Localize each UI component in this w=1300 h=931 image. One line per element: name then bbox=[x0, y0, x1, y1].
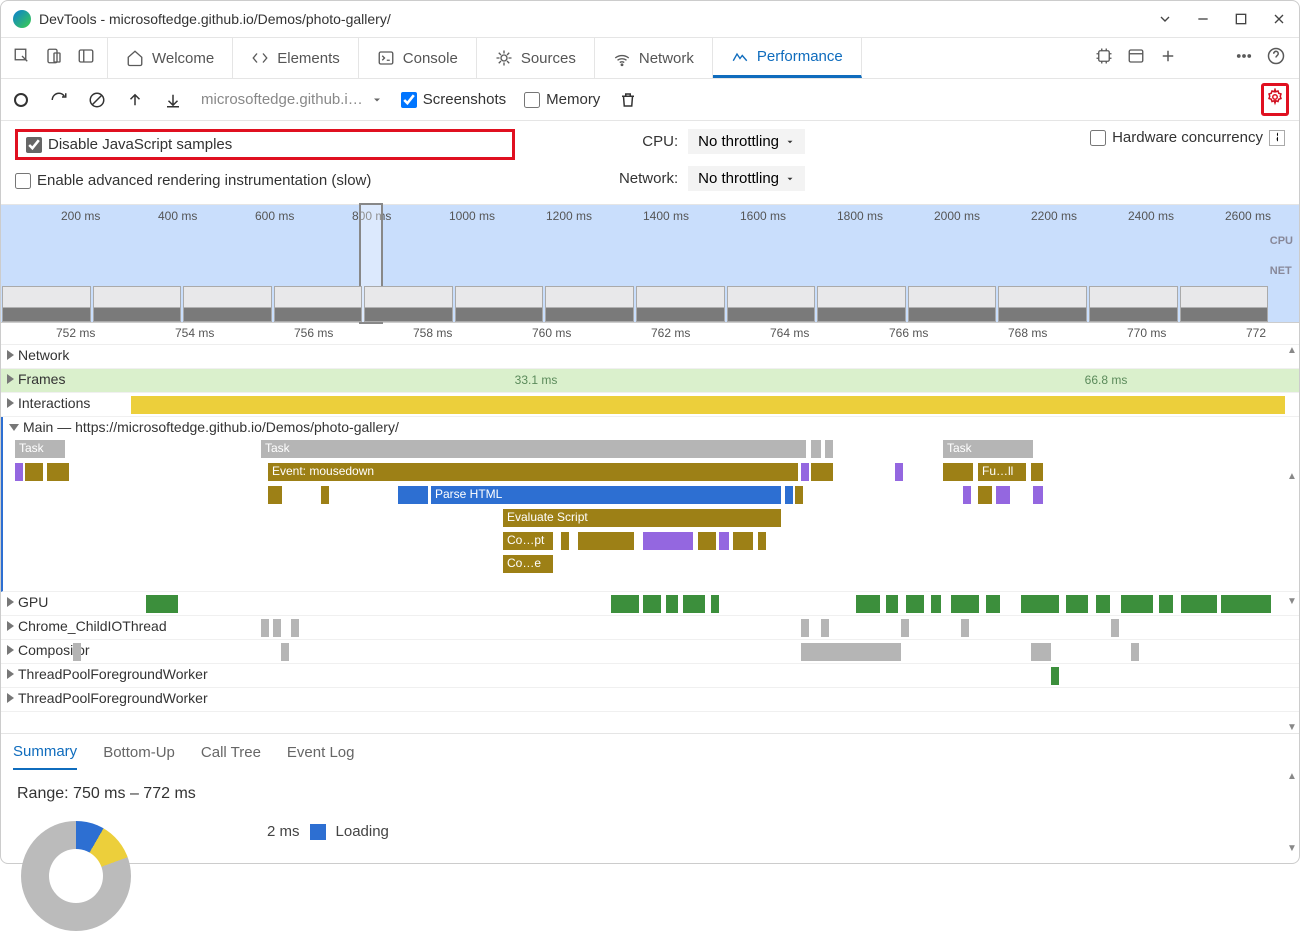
main-tabs-row: Welcome Elements Console Sources Network… bbox=[1, 37, 1299, 79]
disable-js-highlight: Disable JavaScript samples bbox=[15, 129, 515, 160]
tab-label: Console bbox=[403, 50, 458, 67]
clear-button[interactable] bbox=[87, 90, 107, 110]
cpu-label: CPU: bbox=[642, 133, 678, 150]
download-button[interactable] bbox=[163, 90, 183, 110]
interactions-track: Interactions bbox=[1, 393, 1299, 417]
main-track: Main — https://microsoftedge.github.io/D… bbox=[1, 417, 1299, 592]
loading-swatch bbox=[310, 824, 326, 840]
screenshots-label: Screenshots bbox=[423, 91, 506, 108]
inspect-icon[interactable] bbox=[13, 47, 31, 70]
hw-label: Hardware concurrency bbox=[1112, 129, 1263, 146]
summary-range: Range: 750 ms – 772 ms bbox=[17, 785, 1283, 803]
perf-toolbar: microsoftedge.github.i… Screenshots Memo… bbox=[1, 79, 1299, 121]
bottom-tabs: Summary Bottom-Up Call Tree Event Log bbox=[1, 733, 1299, 771]
child-io-track: Chrome_ChildIOThread bbox=[1, 616, 1299, 640]
upload-button[interactable] bbox=[125, 90, 145, 110]
close-icon[interactable] bbox=[1271, 11, 1287, 27]
memory-tool-icon[interactable] bbox=[1095, 47, 1113, 70]
device-icon[interactable] bbox=[45, 47, 63, 70]
capture-settings-button[interactable] bbox=[1261, 83, 1289, 116]
flame-chart-area[interactable]: ▲▲▼▼ Network Frames 33.1 ms 66.8 ms Inte… bbox=[1, 345, 1299, 733]
memory-label: Memory bbox=[546, 91, 600, 108]
compositor-track: Compositor bbox=[1, 640, 1299, 664]
summary-panel: Range: 750 ms – 772 ms 2 ms Loading ▲▼ bbox=[1, 771, 1299, 854]
disable-js-label: Disable JavaScript samples bbox=[48, 136, 232, 153]
tab-event-log[interactable]: Event Log bbox=[287, 736, 355, 769]
memory-checkbox[interactable]: Memory bbox=[524, 91, 600, 108]
tab-summary[interactable]: Summary bbox=[13, 735, 77, 770]
legend-loading: 2 ms Loading bbox=[267, 823, 1283, 840]
dock-icon[interactable] bbox=[77, 47, 95, 70]
tab-label: Elements bbox=[277, 50, 340, 67]
tab-label: Welcome bbox=[152, 50, 214, 67]
tab-label: Performance bbox=[757, 48, 843, 65]
hw-input[interactable] bbox=[1269, 130, 1285, 146]
cpu-label: CPU bbox=[1270, 235, 1293, 247]
add-tab-icon[interactable] bbox=[1159, 47, 1177, 70]
chevron-down-icon[interactable] bbox=[1157, 11, 1173, 27]
minimize-icon[interactable] bbox=[1195, 11, 1211, 27]
maximize-icon[interactable] bbox=[1233, 11, 1249, 27]
frames-track: Frames 33.1 ms 66.8 ms bbox=[1, 369, 1299, 393]
overview-timeline[interactable]: 200 ms400 ms600 ms800 ms1000 ms1200 ms14… bbox=[1, 205, 1299, 323]
cpu-select[interactable]: No throttling bbox=[688, 129, 805, 154]
tpfw1-track: ThreadPoolForegroundWorker bbox=[1, 664, 1299, 688]
record-button[interactable] bbox=[11, 90, 31, 110]
disable-js-checkbox[interactable]: Disable JavaScript samples bbox=[26, 136, 232, 153]
tpfw2-track: ThreadPoolForegroundWorker bbox=[1, 688, 1299, 712]
tab-elements[interactable]: Elements bbox=[233, 38, 359, 78]
screenshot-strip bbox=[1, 286, 1269, 322]
tab-bottom-up[interactable]: Bottom-Up bbox=[103, 736, 175, 769]
recording-url: microsoftedge.github.i… bbox=[201, 91, 363, 108]
window-titlebar: DevTools - microsoftedge.github.io/Demos… bbox=[1, 1, 1299, 37]
screenshots-checkbox[interactable]: Screenshots bbox=[401, 91, 506, 108]
hw-concurrency-checkbox[interactable]: Hardware concurrency bbox=[1090, 129, 1285, 146]
network-label: Network: bbox=[619, 170, 678, 187]
app-panel-icon[interactable] bbox=[1127, 47, 1145, 70]
tab-performance[interactable]: Performance bbox=[713, 38, 862, 78]
tab-call-tree[interactable]: Call Tree bbox=[201, 736, 261, 769]
tab-label: Sources bbox=[521, 50, 576, 67]
reload-button[interactable] bbox=[49, 90, 69, 110]
delete-button[interactable] bbox=[618, 90, 638, 110]
capture-settings-panel: Disable JavaScript samples Enable advanc… bbox=[1, 121, 1299, 205]
tab-label: Network bbox=[639, 50, 694, 67]
window-title: DevTools - microsoftedge.github.io/Demos… bbox=[39, 11, 391, 27]
enable-adv-label: Enable advanced rendering instrumentatio… bbox=[37, 172, 371, 189]
tab-welcome[interactable]: Welcome bbox=[108, 38, 233, 78]
network-track: Network bbox=[1, 345, 1299, 369]
app-icon bbox=[13, 10, 31, 28]
network-select[interactable]: No throttling bbox=[688, 166, 805, 191]
tab-network[interactable]: Network bbox=[595, 38, 713, 78]
tab-console[interactable]: Console bbox=[359, 38, 477, 78]
enable-adv-checkbox[interactable]: Enable advanced rendering instrumentatio… bbox=[15, 172, 515, 189]
detail-ruler[interactable]: 752 ms754 ms756 ms758 ms760 ms762 ms764 … bbox=[1, 323, 1299, 345]
help-icon[interactable] bbox=[1267, 47, 1285, 70]
more-icon[interactable] bbox=[1235, 47, 1253, 70]
tab-sources[interactable]: Sources bbox=[477, 38, 595, 78]
net-label: NET bbox=[1270, 265, 1293, 277]
gpu-track: GPU bbox=[1, 592, 1299, 616]
recording-select[interactable]: microsoftedge.github.i… bbox=[201, 91, 383, 108]
summary-donut bbox=[21, 821, 131, 931]
